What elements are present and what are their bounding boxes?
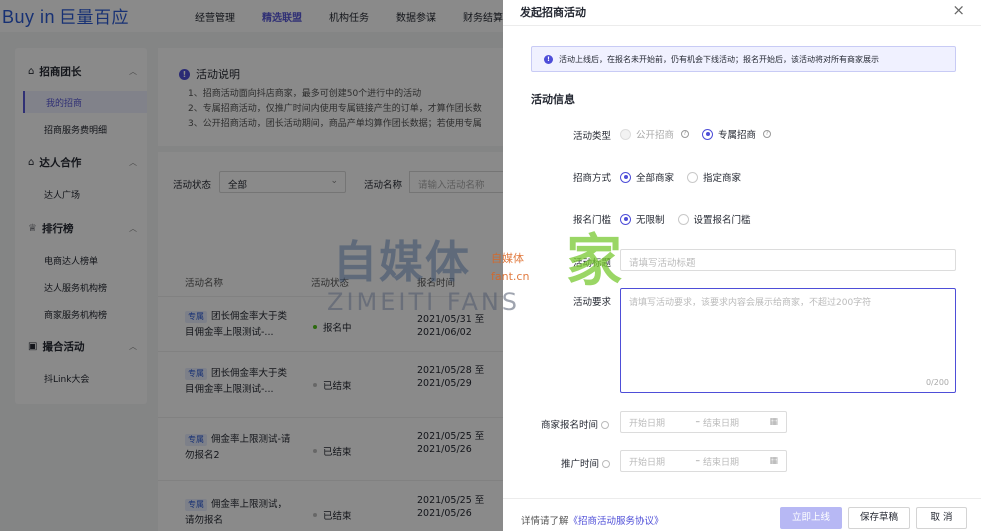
calendar-icon: ▦ <box>769 456 778 466</box>
drawer-divider <box>503 25 981 26</box>
radio-circle <box>620 213 631 225</box>
activity-requirement-textarea[interactable]: 请填写活动要求，该要求内容会展示给商家，不超过200字符 0/200 <box>620 288 956 393</box>
footer-note: 详情请了解《招商活动服务协议》 <box>521 513 664 527</box>
signup-date-range[interactable]: 开始日期 – 结束日期 ▦ <box>620 411 787 433</box>
help-icon[interactable] <box>602 460 611 468</box>
cancel-button[interactable]: 取 消 <box>916 507 967 529</box>
radio-circle <box>677 213 689 225</box>
end-date: 结束日期 <box>702 457 739 468</box>
section-title: 活动信息 <box>531 93 575 106</box>
promo-time-label-text: 推广时间 <box>561 459 600 470</box>
promo-date-range[interactable]: 开始日期 – 结束日期 ▦ <box>620 450 787 472</box>
publish-button[interactable]: 立即上线 <box>780 507 842 529</box>
radio-label: 指定商家 <box>703 173 742 184</box>
signup-time-label-text: 商家报名时间 <box>541 420 599 431</box>
radio-circle <box>702 128 714 140</box>
close-icon[interactable]: × <box>952 1 965 19</box>
range-separator: – <box>695 456 700 466</box>
drawer-footer: 详情请了解《招商活动服务协议》 立即上线 保存草稿 取 消 <box>503 498 981 531</box>
activity-type-label: 活动类型 <box>573 131 612 142</box>
modal-overlay[interactable] <box>0 0 503 531</box>
agreement-link[interactable]: 《招商活动服务协议》 <box>569 516 664 527</box>
start-date: 开始日期 <box>629 457 666 468</box>
radio-specified-merchants[interactable]: 指定商家 <box>687 170 741 184</box>
activity-title-input[interactable]: 请填写活动标题 <box>620 249 956 271</box>
radio-label: 专属招商 <box>718 130 757 141</box>
question-icon[interactable]: ? <box>681 130 690 138</box>
radio-all-merchants[interactable]: 全部商家 <box>620 170 674 184</box>
radio-circle <box>687 171 699 183</box>
threshold-group: 无限制 设置报名门槛 <box>620 212 764 226</box>
textarea-placeholder: 请填写活动要求，该要求内容会展示给商家，不超过200字符 <box>629 298 872 308</box>
requirement-label: 活动要求 <box>573 297 612 308</box>
end-date: 结束日期 <box>702 418 739 429</box>
signup-time-label: 商家报名时间 <box>541 417 610 431</box>
promo-time-label: 推广时间 <box>561 456 611 470</box>
radio-exclusive-recruit[interactable]: 专属招商? <box>702 127 772 141</box>
radio-label: 全部商家 <box>636 173 675 184</box>
radio-label: 无限制 <box>636 215 665 226</box>
radio-circle <box>620 128 631 140</box>
create-activity-drawer: 发起招商活动 × ! 活动上线后，在报名未开始前，仍有机会下线活动；报名开始后，… <box>503 0 981 531</box>
radio-label: 公开招商 <box>636 130 675 141</box>
info-icon: ! <box>544 54 553 64</box>
notice-banner: ! 活动上线后，在报名未开始前，仍有机会下线活动；报名开始后，该活动将对所有商家… <box>531 46 956 72</box>
calendar-icon: ▦ <box>769 417 778 427</box>
radio-set-threshold[interactable]: 设置报名门槛 <box>677 212 751 226</box>
activity-type-group: 公开招商? 专属招商? <box>620 127 784 141</box>
threshold-label: 报名门槛 <box>573 215 612 226</box>
radio-label: 设置报名门槛 <box>693 215 751 226</box>
start-date: 开始日期 <box>629 418 666 429</box>
radio-public-recruit[interactable]: 公开招商? <box>620 127 690 141</box>
merchant-mode-group: 全部商家 指定商家 <box>620 170 754 184</box>
radio-no-limit[interactable]: 无限制 <box>620 212 665 226</box>
range-separator: – <box>695 417 700 427</box>
drawer-title: 发起招商活动 <box>520 6 586 19</box>
merchant-mode-label: 招商方式 <box>573 173 612 184</box>
question-icon[interactable]: ? <box>763 130 772 138</box>
footer-text: 详情请了解 <box>521 516 569 527</box>
help-icon[interactable] <box>601 421 610 429</box>
char-counter: 0/200 <box>925 378 949 387</box>
notice-text: 活动上线后，在报名未开始前，仍有机会下线活动；报名开始后，该活动将对所有商家展示 <box>559 54 879 64</box>
save-draft-button[interactable]: 保存草稿 <box>848 507 910 529</box>
radio-circle <box>620 171 631 183</box>
title-label: 活动标题 <box>573 258 612 269</box>
